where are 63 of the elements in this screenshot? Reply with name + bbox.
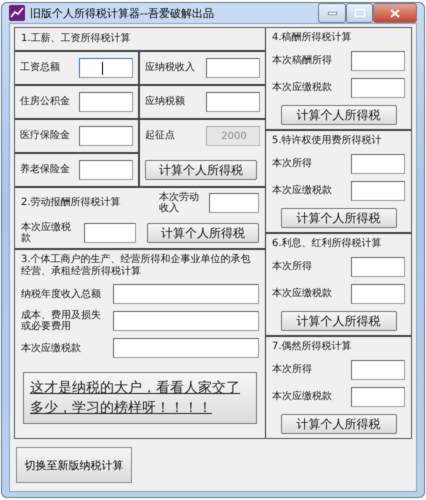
input-field[interactable] bbox=[351, 181, 405, 201]
field-label: 成本、费用及损失或必要费用 bbox=[21, 310, 102, 332]
input-field[interactable] bbox=[351, 360, 405, 380]
switch-version-button[interactable]: 切换至新版纳税计算 bbox=[16, 447, 132, 483]
section-title: 4.稿酬所得税计算 bbox=[272, 32, 353, 44]
section-title: 1.工薪、工资所得税计算 bbox=[21, 33, 131, 45]
field-label: 本次应缴税款 bbox=[272, 391, 332, 403]
calculate-button[interactable]: 计算个人所得税 bbox=[280, 208, 396, 228]
calculate-button[interactable]: 计算个人所得税 bbox=[280, 311, 396, 331]
input-field[interactable] bbox=[209, 193, 259, 213]
banner-link[interactable]: 这才是纳税的大户，看看人家交了多少，学习的榜样呀！！！！ bbox=[23, 372, 257, 424]
window-title: 旧版个人所得税计算器--吾爱破解出品 bbox=[30, 6, 215, 20]
maximize-icon bbox=[354, 9, 364, 17]
input-field[interactable] bbox=[351, 78, 405, 98]
input-field[interactable] bbox=[206, 92, 260, 112]
field-label: 应纳税额 bbox=[145, 96, 185, 108]
section-title: 6.利息、红利所得税计算 bbox=[272, 238, 383, 250]
text-cursor bbox=[102, 62, 103, 74]
input-field[interactable] bbox=[113, 284, 259, 304]
field-label: 本次稿酬所得 bbox=[272, 55, 332, 67]
field-label: 本次应缴税款 bbox=[21, 342, 82, 354]
section-title: 7.偶然所得税计算 bbox=[272, 341, 353, 353]
field-label: 本次应缴税款 bbox=[21, 222, 72, 244]
field-label: 本次所得 bbox=[272, 261, 312, 273]
input-field[interactable] bbox=[79, 58, 133, 78]
field-label: 养老保险金 bbox=[20, 164, 70, 176]
input-field[interactable] bbox=[79, 126, 133, 146]
field-label: 住房公积金 bbox=[20, 96, 70, 108]
calculate-button[interactable]: 计算个人所得税 bbox=[280, 105, 396, 125]
minimize-button[interactable] bbox=[318, 3, 346, 23]
close-icon bbox=[390, 8, 400, 18]
minimize-icon bbox=[328, 12, 336, 14]
input-field[interactable] bbox=[351, 387, 405, 407]
input-field[interactable] bbox=[351, 284, 405, 304]
input-field[interactable] bbox=[351, 51, 405, 71]
section-title: 3.个体工商户的生产、经营所得和企事业单位的承包经营、承租经营所得税计算 bbox=[21, 254, 252, 278]
input-field[interactable] bbox=[113, 311, 259, 331]
maximize-button[interactable] bbox=[346, 3, 373, 23]
section-title: 2.劳动报酬所得税计算 bbox=[21, 197, 121, 209]
input-field[interactable] bbox=[351, 257, 405, 277]
field-label: 医疗保险金 bbox=[20, 130, 70, 142]
input-field[interactable] bbox=[79, 160, 133, 180]
input-field[interactable] bbox=[206, 58, 260, 78]
field-label: 纳税年度收入总额 bbox=[21, 288, 102, 300]
calculate-button[interactable]: 计算个人所得税 bbox=[280, 414, 396, 434]
field-label: 本次应缴税款 bbox=[272, 288, 332, 300]
input-field[interactable] bbox=[351, 154, 405, 174]
input-field[interactable] bbox=[79, 92, 133, 112]
field-label: 本次所得 bbox=[272, 158, 312, 170]
calculate-button[interactable]: 计算个人所得税 bbox=[147, 223, 259, 243]
field-label: 本次劳动收入 bbox=[159, 192, 200, 214]
calculate-button[interactable]: 计算个人所得税 bbox=[145, 160, 257, 180]
input-field[interactable] bbox=[84, 223, 136, 243]
field-label: 工资总额 bbox=[20, 62, 60, 74]
field-label: 本次应缴税款 bbox=[272, 82, 332, 94]
field-label: 起征点 bbox=[145, 130, 175, 142]
close-button[interactable] bbox=[373, 3, 417, 23]
chart-icon bbox=[9, 5, 25, 21]
field-label: 本次应缴税款 bbox=[272, 185, 332, 197]
field-label: 本次所得 bbox=[272, 364, 312, 376]
field-label: 应纳税收入 bbox=[145, 62, 195, 74]
section-title: 5.特许权使用费所得税计 bbox=[272, 135, 383, 147]
input-field[interactable] bbox=[113, 338, 259, 358]
